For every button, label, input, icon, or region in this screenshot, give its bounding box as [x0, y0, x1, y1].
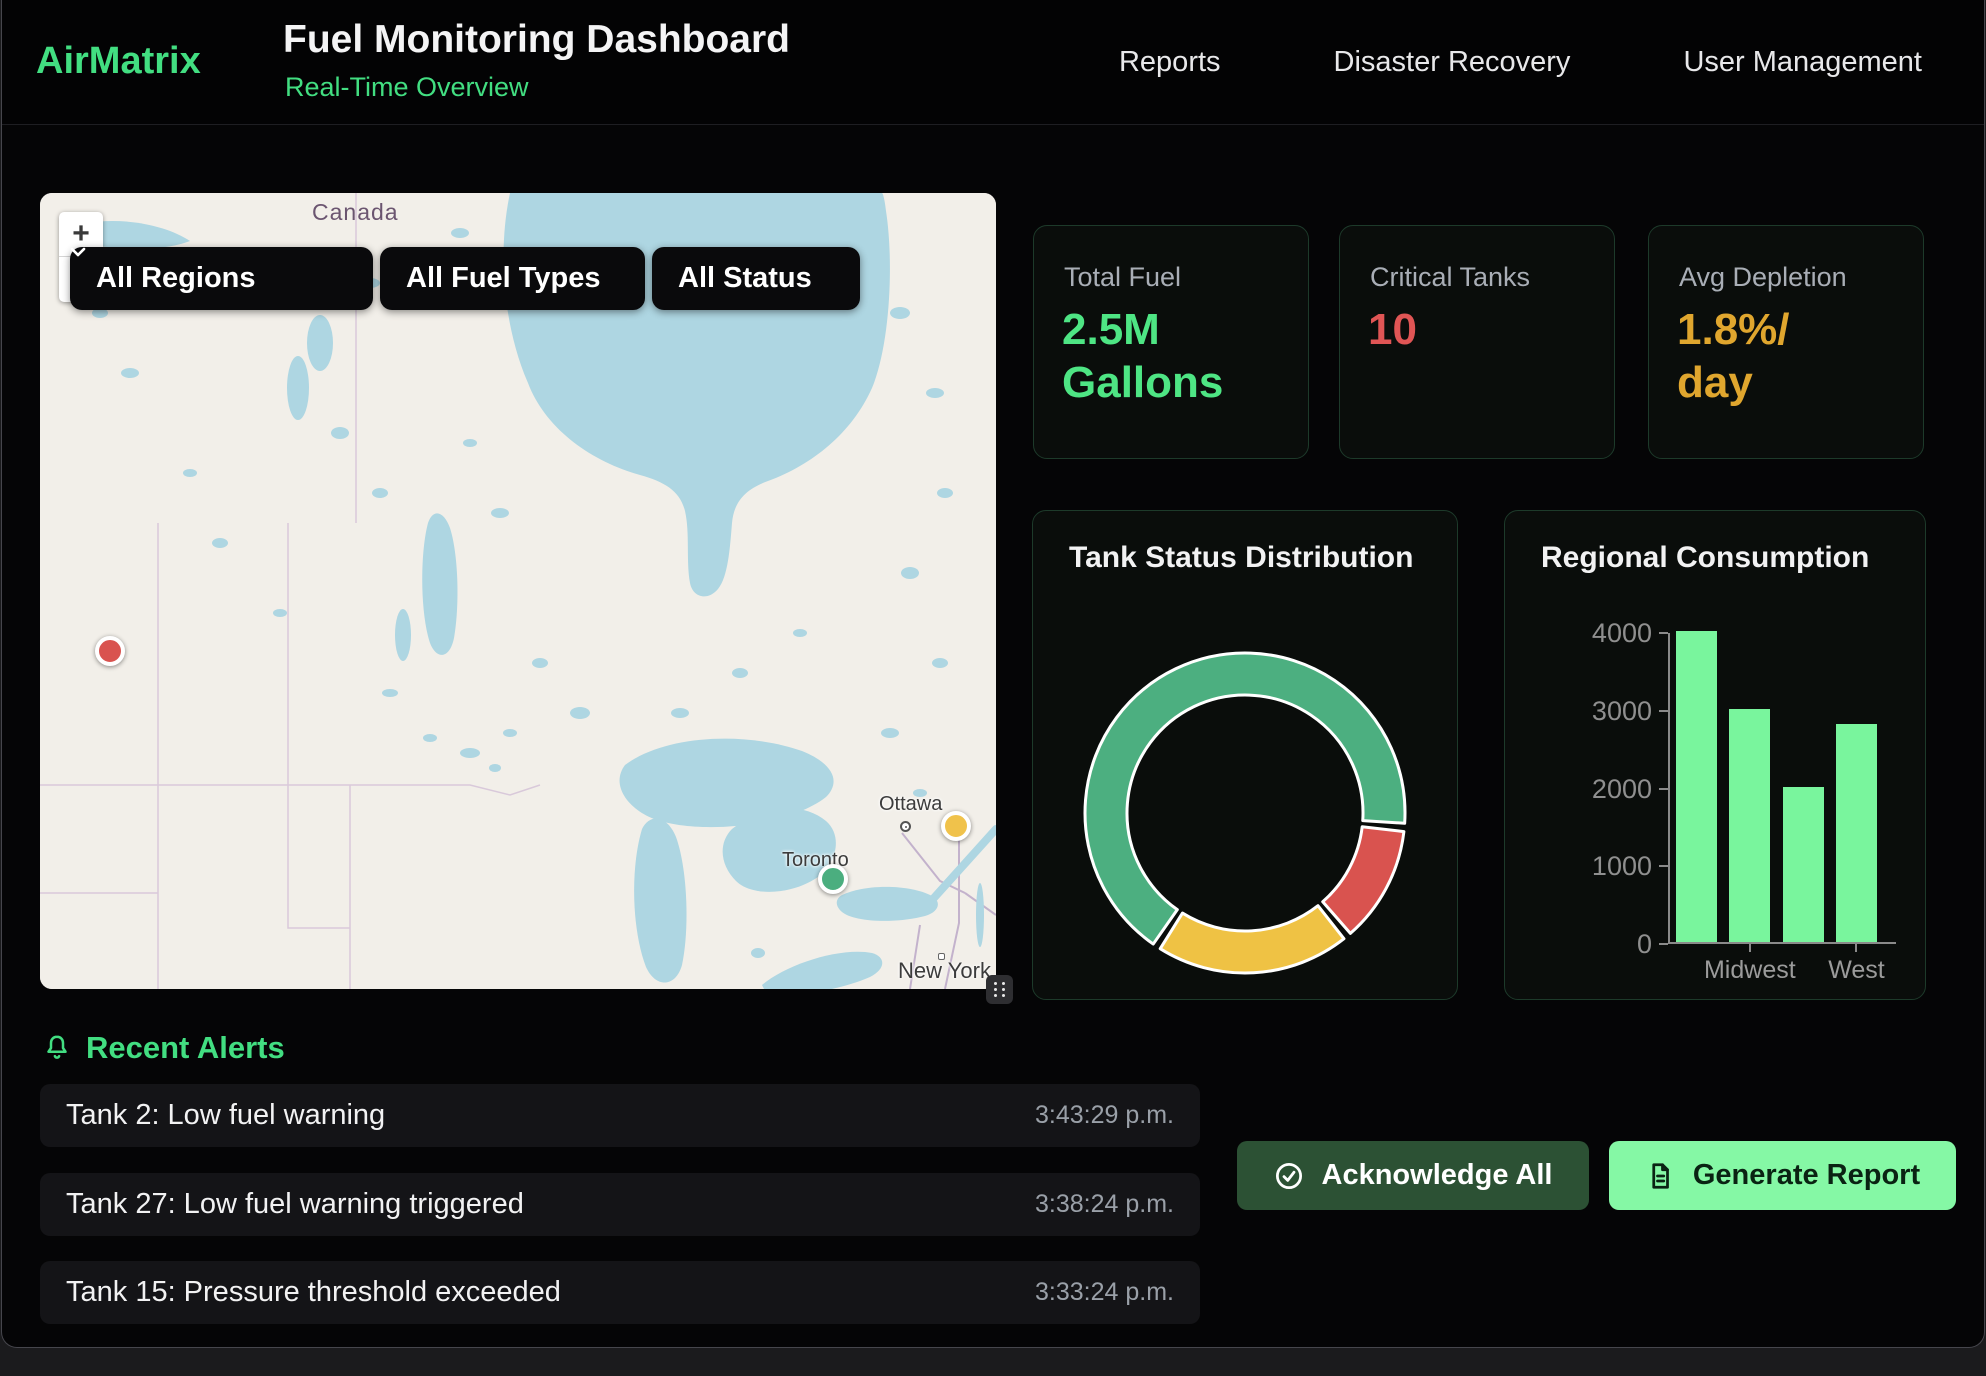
stat-label: Avg Depletion — [1679, 262, 1847, 293]
stat-value: 2.5M Gallons — [1062, 304, 1223, 410]
stat-card-total-fuel: Total Fuel 2.5M Gallons — [1033, 225, 1309, 459]
bell-icon — [42, 1033, 72, 1063]
alert-timestamp: 3:38:24 p.m. — [1035, 1190, 1174, 1219]
stat-label: Total Fuel — [1064, 262, 1181, 293]
alert-row: Tank 15: Pressure threshold exceeded 3:3… — [40, 1261, 1200, 1324]
alert-row: Tank 27: Low fuel warning triggered 3:38… — [40, 1173, 1200, 1236]
new-york-town-icon — [938, 953, 945, 960]
stat-label: Critical Tanks — [1370, 262, 1530, 293]
acknowledge-all-button[interactable]: Acknowledge All — [1237, 1141, 1589, 1210]
check-circle-icon — [1274, 1161, 1304, 1191]
stat-value: 10 — [1368, 304, 1417, 357]
alert-timestamp: 3:33:24 p.m. — [1035, 1278, 1174, 1307]
header: AirMatrix Fuel Monitoring Dashboard Real… — [2, 0, 1984, 125]
app-panel: AirMatrix Fuel Monitoring Dashboard Real… — [1, 0, 1985, 1348]
tank-status-donut — [1033, 511, 1459, 1001]
alert-timestamp: 3:43:29 p.m. — [1035, 1101, 1174, 1130]
y-axis-tick-label: 2000 — [1562, 774, 1652, 805]
tank-marker-critical[interactable] — [95, 636, 125, 666]
alert-text: Tank 15: Pressure threshold exceeded — [66, 1276, 561, 1309]
map-filters: All Regions All Fuel Types All Status — [70, 247, 860, 310]
generate-report-button[interactable]: Generate Report — [1609, 1141, 1956, 1210]
bar-chart-title: Regional Consumption — [1541, 541, 1869, 575]
y-axis-tick-label: 3000 — [1562, 696, 1652, 727]
fuel-type-filter-dropdown[interactable]: All Fuel Types — [380, 247, 645, 310]
fuel-type-filter-value: All Fuel Types — [406, 262, 600, 295]
map-city-label-ottawa: Ottawa — [879, 793, 942, 816]
y-axis-tick — [1659, 710, 1668, 712]
bar — [1676, 631, 1717, 942]
map-resize-handle[interactable] — [986, 975, 1013, 1004]
acknowledge-all-label: Acknowledge All — [1322, 1159, 1553, 1192]
map-canvas[interactable] — [40, 193, 996, 989]
page-subtitle: Real-Time Overview — [285, 72, 529, 103]
map-panel: Canada Ottawa Toronto New York + − All R… — [40, 193, 996, 989]
y-axis-tick-label: 1000 — [1562, 851, 1652, 882]
status-filter-value: All Status — [678, 262, 812, 295]
region-filter-value: All Regions — [96, 262, 256, 295]
stat-value: 1.8%/ day — [1677, 304, 1790, 410]
status-filter-dropdown[interactable]: All Status — [652, 247, 860, 310]
bar-plot: 01000200030004000MidwestWest — [1668, 633, 1896, 944]
y-axis-tick — [1659, 865, 1668, 867]
nav-reports[interactable]: Reports — [1119, 46, 1221, 79]
x-axis-tick-label: West — [1786, 956, 1926, 985]
stat-card-avg-depletion: Avg Depletion 1.8%/ day — [1648, 225, 1924, 459]
map-city-label-new-york: New York — [898, 958, 991, 984]
alerts-header: Recent Alerts — [42, 1030, 285, 1066]
document-icon — [1645, 1161, 1675, 1191]
y-axis-tick — [1659, 632, 1668, 634]
bar — [1729, 709, 1770, 942]
bar — [1836, 724, 1877, 942]
x-axis-tick — [1855, 944, 1857, 952]
stat-card-critical-tanks: Critical Tanks 10 — [1339, 225, 1615, 459]
tank-marker-warning[interactable] — [941, 811, 971, 841]
tank-marker-normal[interactable] — [818, 864, 848, 894]
x-axis-tick — [1749, 944, 1751, 952]
nav-disaster-recovery[interactable]: Disaster Recovery — [1334, 46, 1571, 79]
main-nav: Reports Disaster Recovery User Managemen… — [1119, 0, 1922, 125]
bar — [1783, 787, 1824, 943]
alert-row: Tank 2: Low fuel warning 3:43:29 p.m. — [40, 1084, 1200, 1147]
y-axis-tick-label: 4000 — [1562, 618, 1652, 649]
tank-status-card: Tank Status Distribution — [1032, 510, 1458, 1000]
y-axis-tick-label: 0 — [1562, 929, 1652, 960]
region-filter-dropdown[interactable]: All Regions — [70, 247, 373, 310]
dashboard: AirMatrix Fuel Monitoring Dashboard Real… — [0, 0, 1986, 1376]
y-axis-tick — [1659, 788, 1668, 790]
generate-report-label: Generate Report — [1693, 1159, 1920, 1192]
alert-text: Tank 2: Low fuel warning — [66, 1099, 385, 1132]
brand-logo: AirMatrix — [36, 40, 201, 83]
y-axis-tick — [1659, 943, 1668, 945]
alert-text: Tank 27: Low fuel warning triggered — [66, 1188, 524, 1221]
regional-consumption-card: Regional Consumption 01000200030004000Mi… — [1504, 510, 1926, 1000]
map-country-label: Canada — [312, 199, 399, 226]
page-title: Fuel Monitoring Dashboard — [283, 18, 790, 62]
ottawa-city-icon — [900, 821, 911, 832]
alerts-title: Recent Alerts — [86, 1030, 285, 1066]
nav-user-management[interactable]: User Management — [1683, 46, 1922, 79]
